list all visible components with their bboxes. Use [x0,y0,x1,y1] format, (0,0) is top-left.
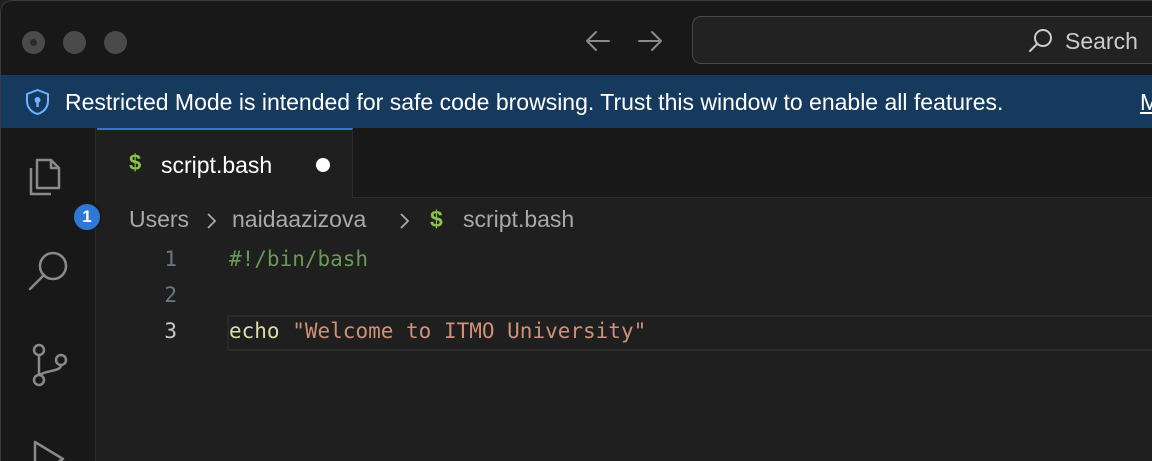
search-icon [1029,29,1052,52]
bash-file-icon: $ [430,206,443,232]
chevron-right-icon [205,206,219,240]
breadcrumb-item-folder[interactable]: naidaazizova [232,206,366,233]
forward-arrow-icon[interactable] [635,27,665,55]
breadcrumb-item-users[interactable]: Users [129,206,189,233]
code-text: echo "Welcome to ITMO University" [229,319,646,343]
source-control-activity[interactable] [23,340,73,390]
code-text: #!/bin/bash [229,247,369,271]
title-bar: Search [1,1,1152,75]
breadcrumb-item-file[interactable]: script.bash [463,206,574,233]
editor-tab-bar: $ script.bash [97,128,1152,198]
source-control-icon [32,343,68,387]
magnifier-icon [28,251,68,291]
arrow-left-icon [586,31,610,51]
unsaved-dot-icon[interactable] [316,158,330,172]
window-zoom-button[interactable] [104,31,127,54]
back-arrow-icon[interactable] [583,27,613,55]
arrow-right-icon [638,31,662,51]
search-label: Search [1065,28,1138,54]
command-center-search[interactable]: Search [692,16,1152,64]
window-close-button[interactable] [22,31,45,54]
tab-label: script.bash [161,152,273,178]
explorer-activity[interactable]: 1 [23,152,102,232]
activity-bar: 1 [1,128,102,461]
code-string: "Welcome to ITMO University" [292,319,647,343]
run-debug-activity[interactable] [23,434,73,461]
line-number: 2 [164,283,177,307]
bash-file-icon: $ [129,150,142,175]
search-activity[interactable] [23,246,73,296]
banner-manage-link[interactable]: M [1140,89,1152,116]
shield-icon [26,89,49,115]
code-line: 1 #!/bin/bash [97,243,1152,279]
code-command: echo [229,319,280,343]
vscode-window: Search Restricted Mode is intended for s… [0,0,1152,461]
window-minimize-button[interactable] [63,31,86,54]
files-icon [29,158,61,196]
code-editor[interactable]: 1 #!/bin/bash 2 3 echo "Welcome to ITMO … [97,241,1152,461]
explorer-badge: 1 [72,202,102,232]
line-number: 3 [164,319,177,343]
banner-message: Restricted Mode is intended for safe cod… [65,89,1004,115]
line-number: 1 [164,247,177,271]
chevron-right-icon [398,206,412,240]
play-icon [33,440,65,461]
code-line-current: 3 echo "Welcome to ITMO University" [97,315,1152,351]
tab-script-bash[interactable]: $ script.bash [97,128,353,198]
code-line: 2 [97,279,1152,315]
restricted-mode-banner: Restricted Mode is intended for safe cod… [1,75,1152,128]
